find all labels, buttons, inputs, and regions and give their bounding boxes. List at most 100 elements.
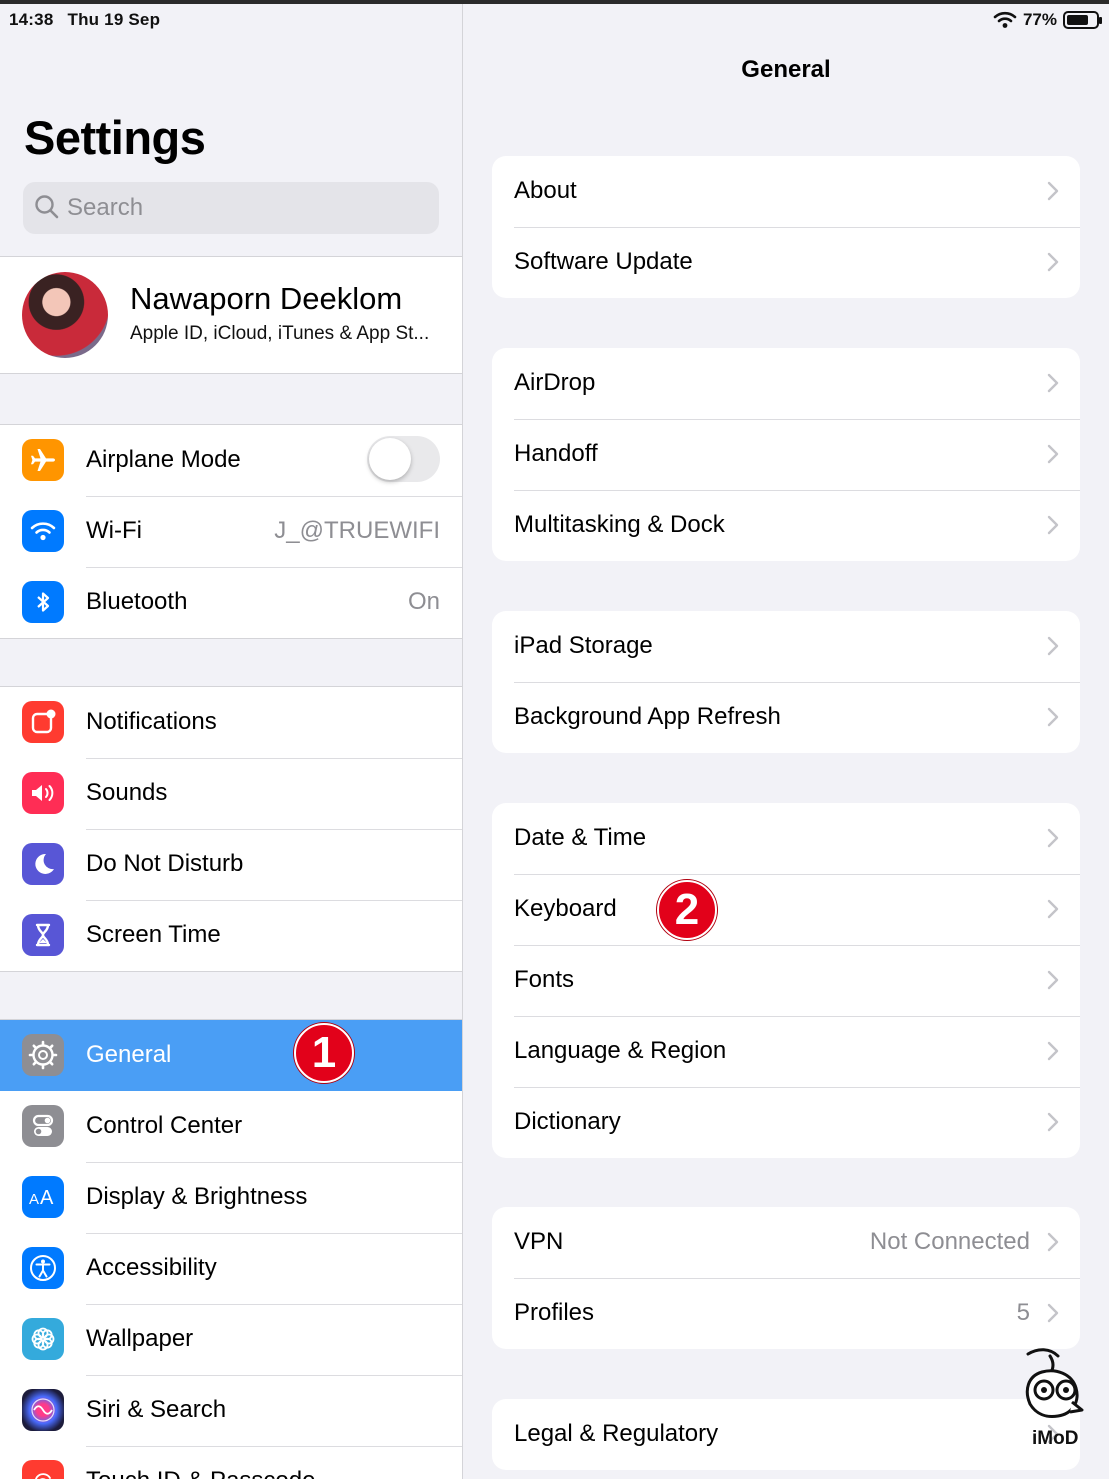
general-card-about: About Software Update — [492, 156, 1080, 298]
row-ipad-storage[interactable]: iPad Storage — [492, 611, 1080, 682]
sidebar-item-label: Siri & Search — [86, 1396, 227, 1423]
sidebar-item-label: Accessibility — [86, 1254, 217, 1281]
detail-pane: 77% General About Software Update AirDro… — [463, 4, 1109, 1479]
sidebar-item-general[interactable]: General — [0, 1020, 462, 1091]
row-profiles[interactable]: Profiles 5 — [492, 1278, 1080, 1349]
sidebar-item-sounds[interactable]: Sounds — [0, 758, 462, 829]
row-dictionary[interactable]: Dictionary — [492, 1087, 1080, 1158]
row-label: Dictionary — [514, 1108, 621, 1135]
row-label: Profiles — [514, 1299, 595, 1326]
sidebar: 14:38 Thu 19 Sep Settings Search Nawaporn… — [0, 4, 462, 1479]
row-airdrop[interactable]: AirDrop — [492, 348, 1080, 419]
general-card-locale: Date & Time Keyboard Fonts Language & Re… — [492, 803, 1080, 1158]
row-label: AirDrop — [514, 369, 596, 396]
row-handoff[interactable]: Handoff — [492, 419, 1080, 490]
sidebar-item-wifi[interactable]: Wi-Fi J_@TRUEWIFI — [0, 496, 462, 567]
sidebar-item-touch-id-passcode[interactable]: Touch ID & Passcode — [0, 1446, 462, 1479]
chevron-right-icon — [1047, 444, 1059, 464]
chevron-right-icon — [1047, 899, 1059, 919]
sidebar-item-label: Airplane Mode — [86, 446, 241, 473]
sidebar-item-label: Touch ID & Passcode — [86, 1467, 315, 1479]
row-label: Legal & Regulatory — [514, 1420, 719, 1447]
svg-text:A: A — [40, 1187, 54, 1209]
sidebar-item-label: Wi-Fi — [86, 517, 142, 544]
svg-text:A: A — [29, 1191, 39, 1208]
notifications-icon — [22, 701, 64, 743]
chevron-right-icon — [1047, 1303, 1059, 1323]
step-badge-1: 1 — [294, 1023, 354, 1083]
row-label: Language & Region — [514, 1037, 727, 1064]
settings-group-general: General Control Center AA Display & Brig… — [0, 1019, 462, 1479]
general-card-storage: iPad Storage Background App Refresh — [492, 611, 1080, 753]
wifi-icon — [22, 510, 64, 552]
row-language-region[interactable]: Language & Region — [492, 1016, 1080, 1087]
row-label: Handoff — [514, 440, 598, 467]
sidebar-item-screen-time[interactable]: Screen Time — [0, 900, 462, 971]
sidebar-item-airplane-mode[interactable]: Airplane Mode — [0, 425, 462, 496]
row-label: Fonts — [514, 966, 575, 993]
battery-percent: 77% — [1022, 10, 1057, 29]
sidebar-item-label: Bluetooth — [86, 588, 188, 615]
sidebar-item-accessibility[interactable]: Accessibility — [0, 1233, 462, 1304]
gear-icon — [22, 1034, 64, 1076]
status-bar-left: 14:38 Thu 19 Sep — [9, 10, 160, 30]
accessibility-icon — [22, 1247, 64, 1289]
chevron-right-icon — [1047, 1232, 1059, 1252]
row-label: VPN — [514, 1228, 564, 1255]
page-title: Settings — [24, 111, 206, 164]
row-label: Keyboard — [514, 895, 617, 922]
wifi-status-icon — [993, 11, 1017, 28]
hourglass-icon — [22, 914, 64, 956]
search-placeholder: Search — [67, 194, 144, 221]
sounds-icon — [22, 772, 64, 814]
apple-id-profile[interactable]: Nawaporn Deeklom Apple ID, iCloud, iTune… — [0, 256, 462, 374]
row-date-time[interactable]: Date & Time — [492, 803, 1080, 874]
status-time: 14:38 — [9, 10, 54, 29]
sidebar-item-label: General — [86, 1041, 172, 1068]
profile-name: Nawaporn Deeklom — [130, 281, 403, 316]
row-vpn[interactable]: VPN Not Connected — [492, 1207, 1080, 1278]
row-label: Multitasking & Dock — [514, 511, 725, 538]
sidebar-item-label: Sounds — [86, 779, 168, 806]
row-legal-regulatory[interactable]: Legal & Regulatory — [492, 1399, 1080, 1470]
status-date: Thu 19 Sep — [67, 10, 161, 29]
row-about[interactable]: About — [492, 156, 1080, 227]
row-multitasking-dock[interactable]: Multitasking & Dock — [492, 490, 1080, 561]
row-label: Date & Time — [514, 824, 647, 851]
chevron-right-icon — [1047, 707, 1059, 727]
settings-group-connectivity: Airplane Mode Wi-Fi J_@TRUEWIFI Bluetoot… — [0, 424, 462, 639]
row-label: About — [514, 177, 577, 204]
row-keyboard[interactable]: Keyboard — [492, 874, 1080, 945]
sidebar-item-notifications[interactable]: Notifications — [0, 687, 462, 758]
chevron-right-icon — [1047, 515, 1059, 535]
wallpaper-icon — [22, 1318, 64, 1360]
imod-mascot-icon — [1025, 1348, 1084, 1418]
fingerprint-icon — [22, 1460, 64, 1479]
chevron-right-icon — [1047, 1041, 1059, 1061]
search-input[interactable]: Search — [23, 182, 439, 234]
row-background-app-refresh[interactable]: Background App Refresh — [492, 682, 1080, 753]
airplane-mode-toggle[interactable] — [367, 436, 440, 482]
toggle-knob — [369, 438, 411, 480]
detail-title: General — [741, 56, 831, 83]
avatar — [22, 272, 108, 358]
sidebar-item-do-not-disturb[interactable]: Do Not Disturb — [0, 829, 462, 900]
row-label: Software Update — [514, 248, 693, 275]
sidebar-item-label: Do Not Disturb — [86, 850, 244, 877]
general-card-sharing: AirDrop Handoff Multitasking & Dock — [492, 348, 1080, 561]
profiles-count-value: 5 — [1016, 1299, 1030, 1326]
chevron-right-icon — [1047, 828, 1059, 848]
chevron-right-icon — [1047, 1112, 1059, 1132]
sidebar-item-siri-search[interactable]: Siri & Search — [0, 1375, 462, 1446]
row-software-update[interactable]: Software Update — [492, 227, 1080, 298]
bluetooth-icon — [22, 581, 64, 623]
sidebar-item-label: Notifications — [86, 708, 217, 735]
general-card-network: VPN Not Connected Profiles 5 — [492, 1207, 1080, 1349]
sidebar-item-bluetooth[interactable]: Bluetooth On — [0, 567, 462, 638]
sidebar-item-control-center[interactable]: Control Center — [0, 1091, 462, 1162]
sidebar-item-wallpaper[interactable]: Wallpaper — [0, 1304, 462, 1375]
row-fonts[interactable]: Fonts — [492, 945, 1080, 1016]
sidebar-item-display-brightness[interactable]: AA Display & Brightness — [0, 1162, 462, 1233]
chevron-right-icon — [1047, 252, 1059, 272]
row-label: iPad Storage — [514, 632, 653, 659]
